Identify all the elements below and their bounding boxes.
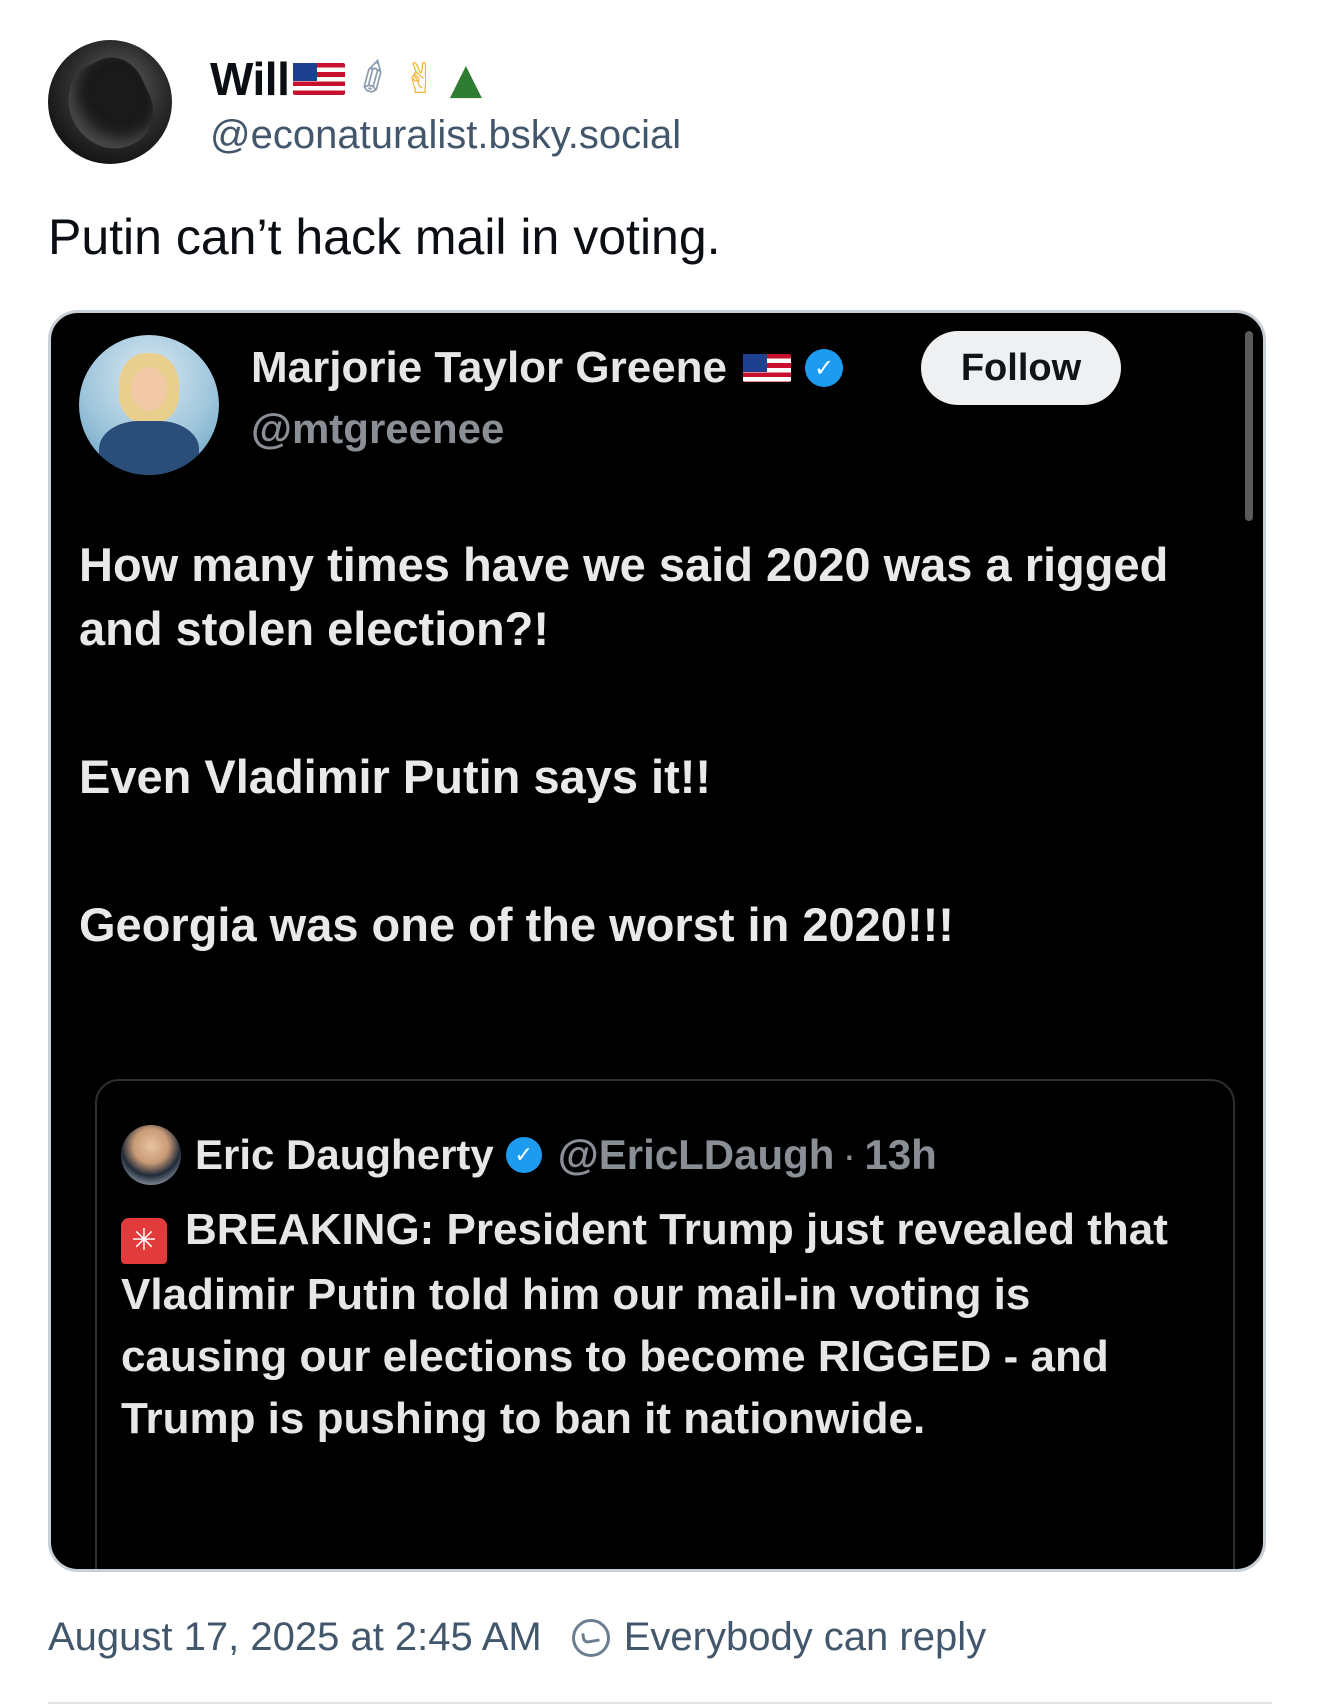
embed-paragraph: Even Vladimir Putin says it!!	[79, 750, 712, 803]
embed-scrollbar	[1245, 331, 1253, 521]
divider	[48, 1702, 1272, 1704]
post-author: Will ✐ ✌ ▲ @econaturalist.bsky.social	[48, 40, 681, 164]
embed-tweet-body: How many times have we said 2020 was a r…	[79, 533, 1179, 957]
author-display-name[interactable]: Will	[210, 52, 290, 106]
embed-author-handle: @mtgreenee	[251, 405, 505, 452]
avatar-shirt	[99, 421, 199, 475]
verified-badge-icon: ✓	[805, 349, 844, 387]
reply-setting-label[interactable]: Everybody can reply	[624, 1615, 986, 1660]
paperclip-icon: ✐	[347, 48, 403, 109]
embed-author-name: Marjorie Taylor Greene	[251, 343, 728, 392]
quoted-author-avatar	[121, 1125, 181, 1185]
siren-icon: ✳	[121, 1218, 167, 1264]
separator-dot: ·	[842, 1131, 857, 1178]
quoted-tweet-time: 13h	[864, 1131, 937, 1178]
quoted-tweet-body: ✳ BREAKING: President Trump just revealed…	[121, 1199, 1181, 1450]
quoted-author-name: Eric Daugherty	[195, 1131, 494, 1178]
embedded-image[interactable]: Marjorie Taylor Greene ✓ @mtgreenee Foll…	[48, 310, 1266, 1572]
quoted-author-handle: @EricLDaugh	[557, 1131, 835, 1178]
author-text: Will ✐ ✌ ▲ @econaturalist.bsky.social	[210, 47, 681, 158]
reply-settings-icon	[571, 1618, 610, 1657]
author-handle[interactable]: @econaturalist.bsky.social	[210, 113, 681, 158]
follow-button: Follow	[921, 331, 1121, 405]
post-footer: August 17, 2025 at 2:45 AM Everybody can…	[48, 1615, 986, 1660]
post-text: Putin can’t hack mail in voting.	[48, 209, 721, 265]
verified-badge-icon: ✓	[505, 1137, 542, 1173]
flag-us-icon	[743, 354, 792, 382]
embed-paragraph: How many times have we said 2020 was a r…	[79, 538, 1169, 655]
flag-us-icon	[293, 62, 346, 95]
display-name-row: Will ✐ ✌ ▲	[210, 47, 681, 111]
embed-author-avatar	[79, 335, 219, 475]
quoted-tweet: Eric Daugherty ✓ @EricLDaugh · 13h ✳ BREA…	[95, 1079, 1235, 1569]
post: Will ✐ ✌ ▲ @econaturalist.bsky.social Pu…	[0, 0, 1320, 1708]
victory-hand-icon: ✌	[402, 54, 438, 103]
evergreen-tree-icon: ▲	[449, 54, 483, 103]
quoted-tweet-text: BREAKING: President Trump just revealed …	[121, 1205, 1168, 1443]
post-timestamp[interactable]: August 17, 2025 at 2:45 AM	[48, 1615, 542, 1660]
embed-author-name-row: Marjorie Taylor Greene ✓	[251, 343, 844, 393]
avatar-face	[131, 367, 167, 411]
quoted-tweet-header: Eric Daugherty ✓ @EricLDaugh · 13h	[121, 1125, 937, 1185]
embed-paragraph: Georgia was one of the worst in 2020!!!	[79, 898, 954, 951]
wolf-avatar-image	[54, 47, 166, 163]
author-avatar[interactable]	[48, 40, 172, 164]
